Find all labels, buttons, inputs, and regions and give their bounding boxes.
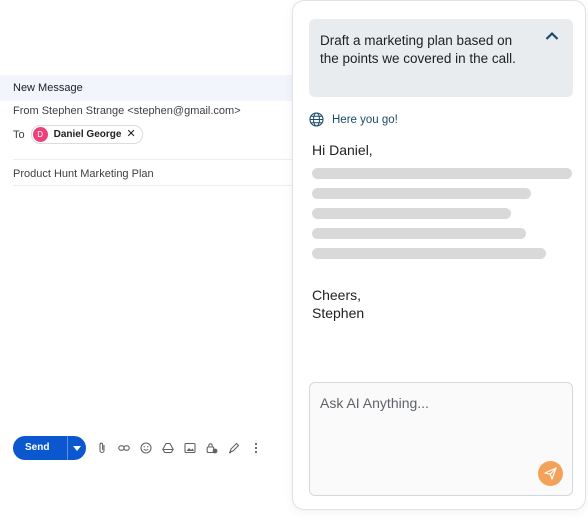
divider xyxy=(13,159,300,160)
ask-ai-input[interactable] xyxy=(320,393,560,413)
more-vert-icon[interactable] xyxy=(250,442,262,454)
ai-reply-header: Here you go! xyxy=(309,112,398,127)
avatar: D xyxy=(32,127,48,142)
attach-icon[interactable] xyxy=(96,442,108,454)
divider xyxy=(13,185,300,186)
ai-reply-label: Here you go! xyxy=(332,113,398,126)
globe-icon xyxy=(309,112,324,127)
text-placeholder-line xyxy=(312,168,572,179)
signoff-line: Cheers, xyxy=(312,287,362,303)
recipient-chip[interactable]: D Daniel George ✕ xyxy=(30,125,143,144)
text-placeholder-line xyxy=(312,208,511,219)
compose-window: New Message From Stephen Strange <stephe… xyxy=(0,75,300,470)
send-icon xyxy=(544,467,557,480)
compose-toolbar: Send xyxy=(13,436,272,460)
draft-signoff: Cheers, Stephen xyxy=(312,286,364,322)
toolbar-icons xyxy=(96,442,272,454)
drive-icon[interactable] xyxy=(162,442,175,454)
emoji-icon[interactable] xyxy=(140,442,153,454)
recipient-name: Daniel George xyxy=(53,129,122,140)
chevron-down-icon[interactable] xyxy=(67,436,86,460)
chevron-up-icon[interactable] xyxy=(545,31,559,41)
text-placeholder-line xyxy=(312,188,531,199)
pen-icon[interactable] xyxy=(228,442,240,454)
draft-greeting: Hi Daniel, xyxy=(312,142,373,158)
text-placeholder-line xyxy=(312,248,546,259)
lock-clock-icon[interactable] xyxy=(206,442,218,454)
close-icon[interactable]: ✕ xyxy=(126,129,135,140)
user-prompt-text: Draft a marketing plan based on the poin… xyxy=(320,33,516,66)
compose-header: New Message xyxy=(0,75,300,101)
subject-field[interactable]: Product Hunt Marketing Plan xyxy=(13,168,154,180)
to-row: To D Daniel George ✕ xyxy=(13,125,143,144)
ai-assistant-panel: Draft a marketing plan based on the poin… xyxy=(292,0,586,510)
user-prompt-bubble: Draft a marketing plan based on the poin… xyxy=(309,19,573,97)
compose-title: New Message xyxy=(13,82,83,94)
link-icon[interactable] xyxy=(118,442,131,454)
ask-ai-box xyxy=(309,382,573,496)
signoff-name: Stephen xyxy=(312,305,365,321)
text-placeholder-line xyxy=(312,228,526,239)
to-label: To xyxy=(13,128,25,141)
send-button[interactable]: Send xyxy=(13,436,87,460)
photo-icon[interactable] xyxy=(184,442,197,454)
send-label: Send xyxy=(25,442,50,453)
from-line: From Stephen Strange <stephen@gmail.com> xyxy=(13,105,241,117)
ai-send-button[interactable] xyxy=(538,461,563,486)
